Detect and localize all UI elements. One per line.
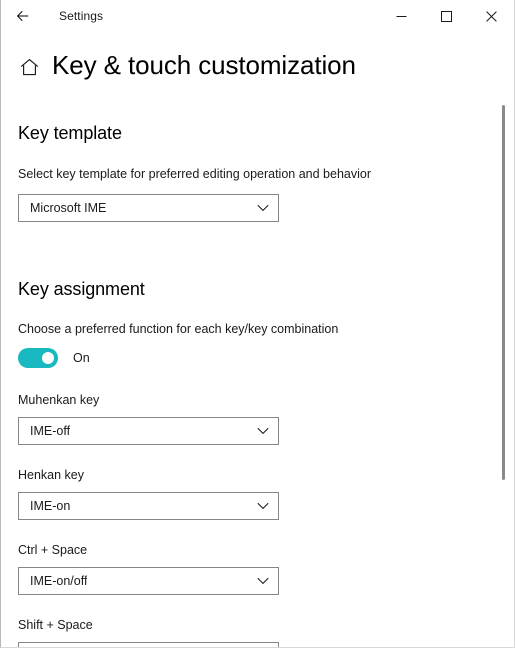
window-controls — [379, 0, 514, 32]
chevron-down-icon — [257, 195, 269, 221]
field-group-ctrl-space: Ctrl + Space IME-on/off — [18, 542, 514, 595]
field-group-henkan: Henkan key IME-on — [18, 467, 514, 520]
minimize-icon — [396, 11, 407, 22]
muhenkan-key-dropdown[interactable]: IME-off — [18, 417, 279, 445]
key-assignment-description: Choose a preferred function for each key… — [18, 322, 339, 336]
shift-space-dropdown-value: Alt Width Space — [19, 643, 119, 647]
key-assignment-toggle-row: On — [18, 348, 514, 368]
key-template-dropdown[interactable]: Microsoft IME — [18, 194, 279, 222]
field-group-shift-space: Shift + Space Alt Width Space — [18, 617, 514, 647]
key-template-description: Select key template for preferred editin… — [18, 167, 371, 181]
settings-window: Settings Key & touch customization Key t… — [0, 0, 515, 648]
shift-space-dropdown[interactable]: Alt Width Space — [18, 642, 279, 647]
back-arrow-icon — [15, 8, 31, 24]
henkan-key-dropdown[interactable]: IME-on — [18, 492, 279, 520]
close-icon — [486, 10, 497, 22]
ctrl-space-dropdown[interactable]: IME-on/off — [18, 567, 279, 595]
chevron-down-icon — [257, 493, 269, 519]
muhenkan-key-dropdown-value: IME-off — [30, 424, 71, 438]
page-header: Key & touch customization — [1, 32, 514, 82]
section-heading-key-template: Key template — [18, 123, 122, 143]
key-template-dropdown-value: Microsoft IME — [30, 201, 107, 215]
section-heading-key-assignment: Key assignment — [18, 279, 145, 299]
field-label-ctrl-space: Ctrl + Space — [18, 543, 88, 557]
maximize-icon — [441, 10, 452, 22]
field-label-shift-space: Shift + Space — [18, 618, 93, 632]
page-title: Key & touch customization — [52, 50, 356, 80]
chevron-down-icon — [257, 418, 269, 444]
field-label-muhenkan: Muhenkan key — [18, 393, 100, 407]
scrollbar-thumb[interactable] — [502, 105, 505, 480]
key-assignment-toggle-label: On — [73, 351, 90, 365]
field-label-henkan: Henkan key — [18, 468, 85, 482]
home-icon[interactable] — [18, 56, 40, 78]
ctrl-space-dropdown-value: IME-on/off — [30, 574, 88, 588]
app-title: Settings — [59, 9, 104, 23]
minimize-button[interactable] — [379, 0, 424, 32]
maximize-button[interactable] — [424, 0, 469, 32]
toggle-knob — [42, 352, 54, 364]
key-assignment-toggle[interactable] — [18, 348, 58, 368]
settings-content: Key template Select key template for pre… — [1, 122, 514, 647]
chevron-down-icon — [257, 568, 269, 594]
vertical-scrollbar[interactable] — [502, 40, 506, 640]
henkan-key-dropdown-value: IME-on — [30, 499, 71, 513]
close-button[interactable] — [469, 0, 514, 32]
chevron-down-icon — [257, 643, 269, 647]
title-bar: Settings — [1, 0, 514, 32]
field-group-muhenkan: Muhenkan key IME-off — [18, 392, 514, 445]
back-button[interactable] — [1, 0, 45, 32]
